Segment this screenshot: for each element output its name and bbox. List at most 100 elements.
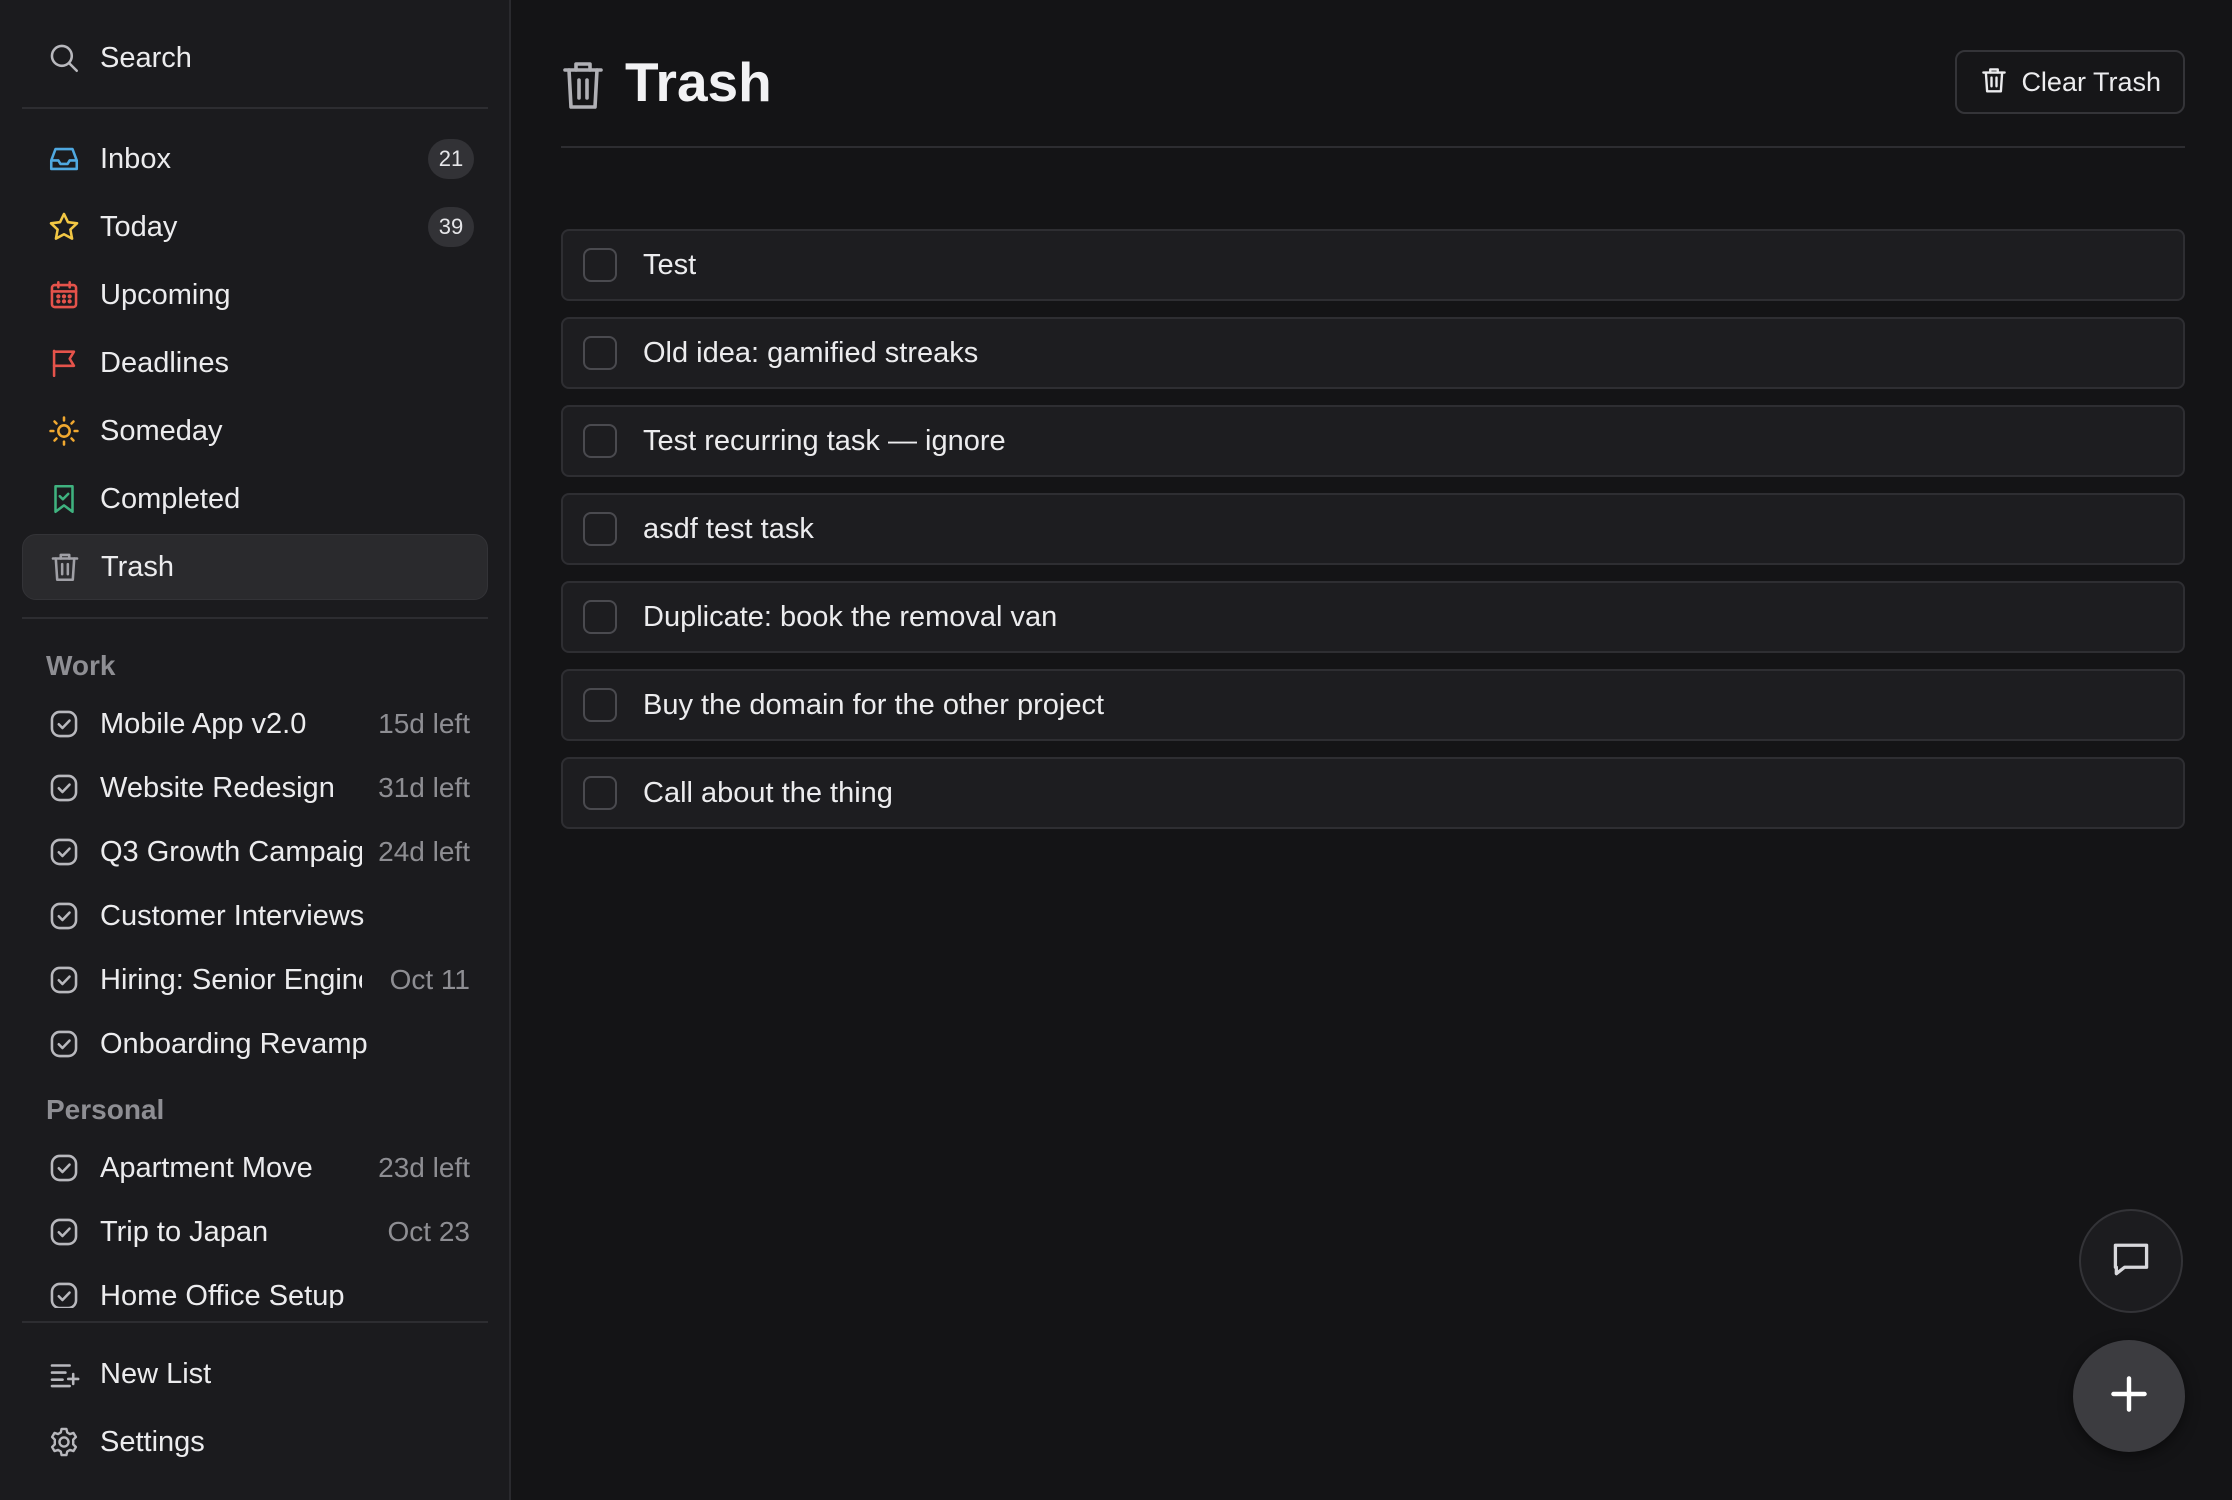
project-item[interactable]: Onboarding Revamp	[22, 1012, 488, 1076]
chat-button[interactable]	[2079, 1209, 2183, 1313]
trash-icon	[1979, 65, 2009, 100]
bookmark-check-icon	[46, 481, 82, 517]
trash-icon	[47, 549, 83, 585]
task-title: Test recurring task — ignore	[643, 424, 1006, 457]
sun-icon	[46, 413, 82, 449]
project-name: Website Redesign	[100, 771, 335, 804]
check-circle-icon	[46, 1026, 82, 1062]
check-circle-icon	[46, 898, 82, 934]
new-list-button[interactable]: New List	[22, 1340, 488, 1408]
task-row[interactable]: Test recurring task — ignore	[561, 405, 2185, 477]
sidebar-item-label: Trash	[101, 550, 175, 583]
task-row[interactable]: Duplicate: book the removal van	[561, 581, 2185, 653]
task-title: Call about the thing	[643, 776, 893, 809]
search-button[interactable]: Search	[22, 24, 488, 92]
check-circle-icon	[46, 1150, 82, 1186]
sidebar-item-label: Upcoming	[100, 278, 231, 311]
sidebar-divider	[22, 1321, 488, 1323]
sidebar-item-inbox[interactable]: Inbox 21	[22, 126, 488, 192]
page-title: Trash	[625, 51, 772, 113]
check-circle-icon	[46, 770, 82, 806]
project-name: Q3 Growth Campaign	[100, 835, 362, 868]
project-due: 24d left	[368, 836, 470, 868]
project-due: 31d left	[368, 772, 470, 804]
sidebar: Search Inbox 21 Today 39 Upcoming Deadli…	[0, 0, 511, 1500]
gear-icon	[46, 1424, 82, 1460]
clear-trash-label: Clear Trash	[2021, 66, 2161, 97]
sidebar-item-someday[interactable]: Someday	[22, 398, 488, 464]
sidebar-item-label: Completed	[100, 482, 241, 515]
project-item[interactable]: Customer Interviews	[22, 884, 488, 948]
project-item[interactable]: Hiring: Senior Engineer Oct 11	[22, 948, 488, 1012]
project-name: Hiring: Senior Engineer	[100, 963, 362, 996]
sidebar-footer: New List Settings	[22, 1340, 488, 1476]
project-name: Apartment Move	[100, 1151, 313, 1184]
check-circle-icon	[46, 834, 82, 870]
sidebar-item-deadlines[interactable]: Deadlines	[22, 330, 488, 396]
search-icon	[46, 40, 82, 76]
task-title: Old idea: gamified streaks	[643, 336, 979, 369]
group-title-personal: Personal	[46, 1094, 165, 1125]
project-name: Customer Interviews	[100, 899, 365, 932]
project-item[interactable]: Apartment Move 23d left	[22, 1136, 488, 1200]
task-list: Test Old idea: gamified streaks Test rec…	[561, 229, 2185, 845]
task-title: asdf test task	[643, 512, 814, 545]
sidebar-divider	[22, 617, 488, 619]
count-badge: 21	[428, 139, 474, 179]
project-item[interactable]: Mobile App v2.0 15d left	[22, 692, 488, 756]
task-row[interactable]: asdf test task	[561, 493, 2185, 565]
search-label: Search	[100, 41, 192, 74]
task-row[interactable]: Buy the domain for the other project	[561, 669, 2185, 741]
project-item[interactable]: Home Office Setup	[22, 1264, 488, 1308]
sidebar-item-label: Someday	[100, 414, 223, 447]
check-circle-icon	[46, 1214, 82, 1250]
check-circle-icon	[46, 962, 82, 998]
sidebar-item-label: Today	[100, 210, 178, 243]
settings-button[interactable]: Settings	[22, 1408, 488, 1476]
task-checkbox[interactable]	[583, 248, 617, 282]
project-item[interactable]: Q3 Growth Campaign 24d left	[22, 820, 488, 884]
check-circle-icon	[46, 1278, 82, 1308]
trash-icon	[561, 58, 605, 112]
task-row[interactable]: Call about the thing	[561, 757, 2185, 829]
inbox-icon	[46, 141, 82, 177]
app-window: Search Inbox 21 Today 39 Upcoming Deadli…	[0, 0, 2232, 1500]
list-plus-icon	[46, 1356, 82, 1392]
task-title: Test	[643, 248, 697, 281]
clear-trash-button[interactable]: Clear Trash	[1955, 50, 2185, 114]
project-name: Mobile App v2.0	[100, 707, 307, 740]
project-name: Trip to Japan	[100, 1215, 269, 1248]
sidebar-item-today[interactable]: Today 39	[22, 194, 488, 260]
task-checkbox[interactable]	[583, 600, 617, 634]
sidebar-item-upcoming[interactable]: Upcoming	[22, 262, 488, 328]
project-item[interactable]: Website Redesign 31d left	[22, 756, 488, 820]
task-row[interactable]: Old idea: gamified streaks	[561, 317, 2185, 389]
task-title: Duplicate: book the removal van	[643, 600, 1058, 633]
settings-label: Settings	[100, 1425, 205, 1458]
sidebar-item-label: Inbox	[100, 142, 171, 175]
count-badge: 39	[428, 207, 474, 247]
project-name: Onboarding Revamp	[100, 1027, 368, 1060]
sidebar-item-trash[interactable]: Trash	[22, 534, 488, 600]
sidebar-item-completed[interactable]: Completed	[22, 466, 488, 532]
add-task-button[interactable]	[2073, 1340, 2185, 1452]
project-due: Oct 11	[379, 964, 470, 996]
project-due: 23d left	[368, 1152, 470, 1184]
task-checkbox[interactable]	[583, 336, 617, 370]
task-checkbox[interactable]	[583, 688, 617, 722]
sidebar-divider	[22, 107, 488, 109]
check-circle-icon	[46, 706, 82, 742]
sidebar-item-label: Deadlines	[100, 346, 229, 379]
task-checkbox[interactable]	[583, 776, 617, 810]
project-due: 15d left	[368, 708, 470, 740]
plus-icon	[2107, 1372, 2151, 1421]
page-header: Trash Clear Trash	[561, 48, 2185, 148]
task-row[interactable]: Test	[561, 229, 2185, 301]
group-title-work: Work	[46, 650, 116, 681]
task-checkbox[interactable]	[583, 512, 617, 546]
star-icon	[46, 209, 82, 245]
task-checkbox[interactable]	[583, 424, 617, 458]
project-item[interactable]: Trip to Japan Oct 23	[22, 1200, 488, 1264]
task-title: Buy the domain for the other project	[643, 688, 1105, 721]
project-due: Oct 23	[377, 1216, 470, 1248]
